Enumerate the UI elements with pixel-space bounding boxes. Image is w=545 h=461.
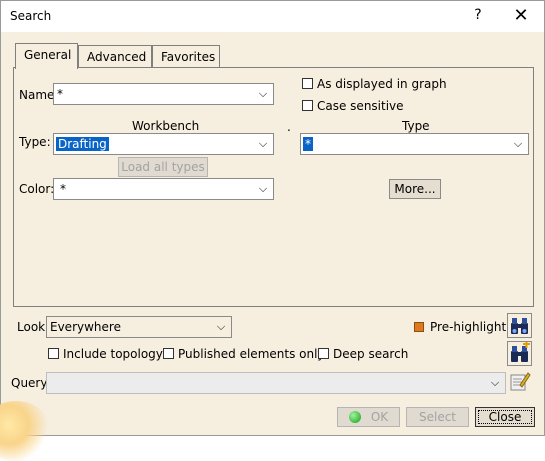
look-label: Look: — [17, 320, 50, 334]
query-label: Query: — [11, 376, 51, 390]
query-edit-graphic — [510, 372, 531, 391]
query-edit-icon[interactable] — [508, 369, 533, 394]
type-label: Type: — [19, 135, 51, 149]
color-combo[interactable]: * ⌵ — [53, 178, 274, 200]
case-sensitive-checkbox[interactable]: Case sensitive — [302, 99, 404, 113]
color-value: * — [60, 182, 66, 196]
published-only-checkbox[interactable]: Published elements only — [163, 347, 325, 361]
ok-label: OK — [370, 410, 389, 424]
published-only-label: Published elements only — [178, 347, 325, 361]
ok-button[interactable]: OK — [337, 407, 400, 427]
tab-general[interactable]: General — [15, 43, 78, 69]
look-value: Everywhere — [50, 320, 121, 334]
type-combo[interactable]: * ⌵ — [300, 133, 529, 155]
name-value: * — [57, 87, 63, 101]
query-combo[interactable]: ⌵ — [46, 372, 506, 394]
deep-search-checkbox[interactable]: Deep search — [318, 347, 408, 361]
color-label: Color: — [19, 182, 55, 196]
close-button[interactable]: Close — [475, 407, 535, 427]
workbench-header: Workbench — [132, 119, 200, 133]
checkbox-box[interactable] — [302, 78, 313, 89]
search-icon[interactable] — [507, 313, 532, 338]
help-button[interactable]: ? — [470, 7, 486, 23]
pre-highlight-indicator[interactable] — [414, 322, 424, 332]
load-all-types-button[interactable]: Load all types — [118, 157, 208, 177]
type-header: Type — [402, 119, 430, 133]
as-displayed-checkbox[interactable]: As displayed in graph — [302, 77, 447, 91]
tab-label: General — [24, 48, 72, 62]
pre-highlight-toggle[interactable]: Pre-highlight — [414, 320, 506, 334]
type-value: * — [303, 137, 313, 151]
binoculars-plus-graphic — [511, 341, 530, 362]
more-button[interactable]: More... — [389, 179, 441, 199]
checkbox-box[interactable] — [163, 348, 174, 359]
include-topology-checkbox[interactable]: Include topology — [48, 347, 163, 361]
ok-status-icon — [348, 411, 361, 423]
window-title: Search — [10, 9, 52, 23]
chevron-down-icon[interactable]: ⌵ — [511, 136, 525, 152]
tab-advanced[interactable]: Advanced — [78, 45, 152, 68]
checkbox-box[interactable] — [302, 100, 313, 111]
look-combo[interactable]: Everywhere ⌵ — [46, 316, 232, 338]
pre-highlight-label: Pre-highlight — [430, 320, 507, 334]
case-sensitive-label: Case sensitive — [317, 99, 404, 113]
select-button[interactable]: Select — [406, 407, 469, 427]
chevron-down-icon[interactable]: ⌵ — [256, 86, 270, 102]
workbench-value: Drafting — [56, 137, 109, 151]
separator-dot: . — [287, 120, 291, 134]
tab-favorites[interactable]: Favorites — [152, 45, 220, 68]
chevron-down-icon[interactable]: ⌵ — [256, 181, 270, 197]
checkbox-box[interactable] — [318, 348, 329, 359]
close-window-button[interactable]: ✕ — [509, 5, 533, 26]
name-combo[interactable]: * ⌵ — [53, 83, 274, 105]
decorative-glow — [0, 401, 51, 461]
deep-search-label: Deep search — [333, 347, 409, 361]
tab-label: Advanced — [87, 50, 147, 64]
tab-label: Favorites — [161, 50, 216, 64]
title-bar: Search ? ✕ — [1, 1, 544, 32]
binoculars-graphic — [511, 318, 528, 334]
chevron-down-icon[interactable]: ⌵ — [488, 375, 502, 391]
include-topology-label: Include topology — [63, 347, 163, 361]
search-dialog: Search ? ✕ General Advanced Favorites Na… — [0, 0, 545, 461]
checkbox-box[interactable] — [48, 348, 59, 359]
workbench-combo[interactable]: Drafting ⌵ — [53, 133, 274, 155]
search-add-icon[interactable] — [507, 341, 532, 366]
chevron-down-icon[interactable]: ⌵ — [256, 136, 270, 152]
as-displayed-label: As displayed in graph — [317, 77, 447, 91]
chevron-down-icon[interactable]: ⌵ — [214, 319, 228, 335]
